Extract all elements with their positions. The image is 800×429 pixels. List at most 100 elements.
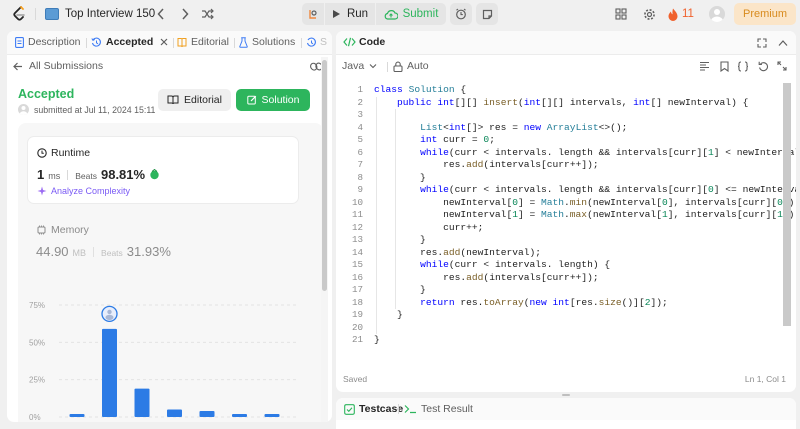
avatar-person-icon: [711, 9, 723, 22]
layout-grid-icon[interactable]: [614, 7, 628, 21]
tab-code[interactable]: Code: [343, 36, 385, 48]
premium-label: Premium: [742, 8, 787, 20]
code-line[interactable]: public int[][] insert(int[][] intervals,…: [374, 97, 748, 110]
code-line[interactable]: while(curr < intervals. length && interv…: [374, 147, 796, 160]
run-button[interactable]: Run: [325, 3, 375, 25]
runtime-box[interactable]: Runtime 1 ms Beats 98.81% Analyze Comple…: [27, 136, 299, 204]
tab-editorial-label: Editorial: [191, 36, 229, 48]
distribution-bar[interactable]: [199, 411, 215, 417]
left-panel-scrollbar-thumb[interactable]: [322, 60, 327, 291]
close-tab-icon[interactable]: [159, 38, 168, 47]
settings-gear-icon[interactable]: [642, 7, 656, 21]
distribution-bar[interactable]: [134, 388, 150, 417]
flask-icon: [239, 36, 248, 48]
tab-accepted[interactable]: Accepted: [91, 36, 168, 48]
line-number: 14: [351, 246, 363, 258]
code-line[interactable]: class Solution {: [374, 84, 466, 97]
line-number: 2: [357, 96, 363, 108]
submit-button[interactable]: Submit: [376, 3, 446, 25]
code-line[interactable]: }: [374, 172, 426, 185]
maximize-icon[interactable]: [756, 37, 768, 49]
bookmark-icon[interactable]: [718, 60, 730, 72]
reset-icon[interactable]: [757, 60, 769, 72]
tab-testcase[interactable]: Testcase: [344, 403, 403, 415]
code-line[interactable]: }: [374, 309, 403, 322]
tab-testcase-label: Testcase: [359, 403, 404, 415]
code-line[interactable]: newInterval[0] = Math.min(newInterval[0]…: [374, 197, 796, 210]
left-panel-scrollbar-track[interactable]: [321, 57, 328, 422]
all-submissions-link[interactable]: All Submissions: [13, 60, 103, 72]
code-line[interactable]: return res.toArray(new int[res.size()][2…: [374, 297, 668, 310]
distribution-bar[interactable]: [102, 328, 117, 417]
format-lines-icon[interactable]: [698, 60, 710, 72]
code-line[interactable]: newInterval[1] = Math.max(newInterval[1]…: [374, 209, 796, 222]
code-line[interactable]: res.add(newInterval);: [374, 247, 541, 260]
code-line[interactable]: }: [374, 284, 426, 297]
code-line[interactable]: res.add(intervals[curr++]);: [374, 159, 599, 172]
code-panel: Code Java Auto 1 class Solution {2 public…: [336, 31, 796, 392]
editorial-button-label: Editorial: [184, 94, 222, 106]
next-problem-chevron-icon[interactable]: [179, 7, 191, 21]
analyze-complexity-link[interactable]: Analyze Complexity: [37, 186, 130, 196]
tab-editorial[interactable]: Editorial: [177, 36, 229, 48]
play-icon: [332, 10, 340, 18]
cursor-position: Ln 1, Col 1: [744, 374, 786, 384]
sparkle-icon: [37, 186, 47, 196]
tab-test-result-label: Test Result: [421, 403, 473, 415]
memory-value-row: 44.90 MB Beats 31.93%: [36, 244, 171, 259]
note-icon: [482, 9, 492, 19]
line-number: 8: [357, 171, 363, 183]
code-line[interactable]: }: [374, 234, 426, 247]
shuffle-icon[interactable]: [200, 7, 214, 21]
problem-list-button[interactable]: Top Interview 150: [45, 5, 155, 23]
notes-button[interactable]: [476, 3, 498, 25]
language-select[interactable]: Java: [342, 60, 377, 72]
tab-solutions[interactable]: Solutions: [239, 36, 295, 48]
runtime-distribution-chart[interactable]: 75%50%25%0%2ms4ms6ms: [27, 275, 317, 422]
code-line[interactable]: while(curr < intervals. length && interv…: [374, 184, 796, 197]
code-line[interactable]: res.add(intervals[curr++]);: [374, 272, 599, 285]
bug-icon: [309, 10, 317, 19]
code-editor[interactable]: 1 class Solution {2 public int[][] insert…: [336, 81, 796, 366]
line-number: 19: [351, 309, 363, 320]
submission-status: Accepted: [18, 87, 75, 101]
history-icon: [91, 37, 101, 47]
auto-mode-toggle[interactable]: Auto: [393, 60, 429, 72]
tab-test-result[interactable]: Test Result: [404, 403, 473, 415]
distribution-bar[interactable]: [264, 414, 280, 417]
fullscreen-icon[interactable]: [776, 60, 788, 72]
collapse-chevron-icon[interactable]: [777, 37, 789, 49]
editor-scrollbar-thumb[interactable]: [783, 83, 791, 326]
line-number: 3: [357, 109, 363, 120]
distribution-bar[interactable]: [167, 409, 182, 417]
runtime-heading-row: Runtime: [37, 147, 90, 159]
left-panel: Description Accepted Editorial Solutions…: [7, 31, 332, 422]
code-line[interactable]: List<int[]> res = new ArrayList<>();: [374, 122, 627, 135]
tab-description[interactable]: Description: [15, 36, 81, 48]
solution-button[interactable]: Solution: [236, 89, 310, 111]
prev-problem-chevron-icon[interactable]: [155, 7, 167, 21]
user-avatar[interactable]: [709, 6, 725, 22]
submitted-time: submitted at Jul 11, 2024 15:11: [34, 105, 156, 115]
code-line[interactable]: }: [374, 334, 380, 347]
distribution-bar[interactable]: [232, 414, 247, 417]
lock-icon: [393, 61, 403, 72]
debug-button[interactable]: [302, 3, 324, 25]
line-number: 5: [357, 134, 363, 145]
distribution-bar[interactable]: [69, 414, 85, 417]
code-line[interactable]: curr++;: [374, 222, 483, 235]
history-icon: [306, 37, 316, 47]
code-line[interactable]: while(curr < intervals. length) {: [374, 259, 610, 272]
document-icon: [15, 36, 24, 48]
tab-submissions-truncated[interactable]: S: [306, 36, 327, 48]
editorial-button[interactable]: Editorial: [158, 89, 231, 111]
streak-counter[interactable]: 11: [668, 6, 694, 22]
timer-button[interactable]: [450, 3, 472, 25]
memory-box[interactable]: Memory 44.90 MB Beats 31.93%: [27, 215, 299, 265]
memory-beats-label: Beats: [101, 248, 123, 258]
tab-submissions-label: S: [320, 36, 328, 48]
leetcode-logo[interactable]: [12, 6, 26, 22]
code-line[interactable]: int curr = 0;: [374, 134, 495, 147]
braces-icon[interactable]: [736, 60, 750, 72]
premium-button[interactable]: Premium: [734, 3, 796, 25]
